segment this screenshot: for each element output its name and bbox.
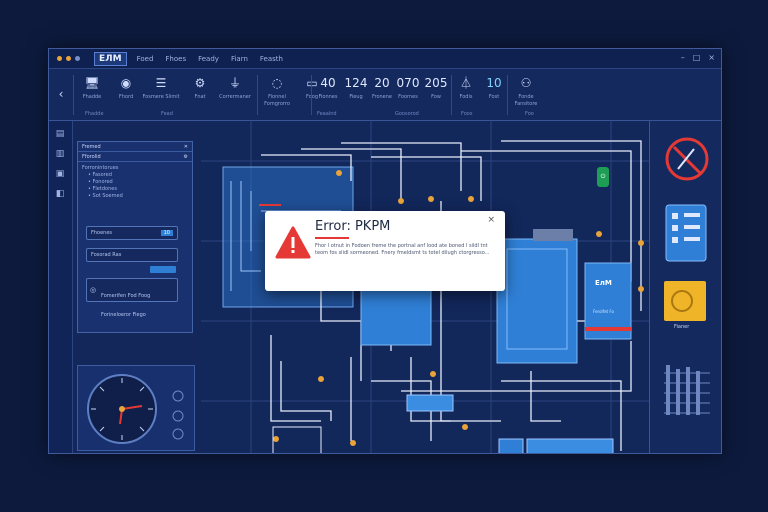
tree-item-1[interactable]: • Fasored xyxy=(82,172,188,179)
settings-icon[interactable]: ⚙ xyxy=(184,154,188,160)
gauge-panel xyxy=(77,365,195,451)
box-3-label: Fomerifen Fod Foog Forineloeror Fiego xyxy=(101,293,151,318)
box-1-value: 10 xyxy=(160,230,173,236)
bottom-left-frame xyxy=(272,426,322,453)
error-title: Error: PKPM xyxy=(315,219,391,234)
panel-box-1[interactable]: Fhoenes 10 xyxy=(86,226,178,240)
warning-icon xyxy=(275,226,311,259)
bottom-module[interactable] xyxy=(526,438,614,454)
menu-item-2[interactable]: Fhoes xyxy=(165,55,186,63)
menu-item-1[interactable]: Foed xyxy=(137,55,154,63)
app-brand: ЕЛМ xyxy=(94,51,127,66)
panel-close-icon[interactable]: ✕ xyxy=(184,144,188,150)
panel-header: Fremed ✕ xyxy=(78,142,192,152)
ribbon-btn-3[interactable]: ☰ Fosmere Slimit xyxy=(141,72,181,101)
dot-orange[interactable] xyxy=(57,56,62,61)
tree-item-2[interactable]: • Fonored xyxy=(82,179,188,186)
device-sublabel: Ferolfet Fo xyxy=(593,309,614,314)
object-icon: ◎ xyxy=(90,286,97,294)
box-2-label: Fosorad Ras xyxy=(91,252,122,258)
project-panel: Fremed ✕ Fforolid ⚙ Forronintorues • Fas… xyxy=(77,141,193,333)
panel-action-button[interactable] xyxy=(150,266,176,273)
bottom-module-left[interactable] xyxy=(498,438,524,454)
knob-1[interactable] xyxy=(172,390,184,402)
ribbon-btn-6[interactable]: ◌ Fionnel Fomgrorro xyxy=(259,72,295,108)
list-icon: ☰ xyxy=(155,76,167,90)
group-label-2: Fead xyxy=(161,111,173,117)
group-label-3: Feaalnd xyxy=(317,111,337,117)
file-icon[interactable]: ▤ xyxy=(54,129,66,141)
window-dots xyxy=(57,56,80,61)
connector-block xyxy=(533,229,573,241)
bulb-icon: ◌ xyxy=(271,76,283,90)
device-label: ЕлМ xyxy=(595,279,612,287)
project-tree: Forronintorues • Fasored • Fonored • Fle… xyxy=(78,162,192,203)
panel-title: Fremed xyxy=(82,143,101,150)
main-controller[interactable] xyxy=(496,238,578,364)
dialog-close-button[interactable]: × xyxy=(487,215,495,225)
component-icon[interactable]: ◧ xyxy=(54,189,66,201)
error-dialog: Error: PKPM × Fhor l otnut in Fodoen fre… xyxy=(265,211,505,291)
panel-search-row: Fforolid ⚙ xyxy=(78,152,192,162)
menu-item-5[interactable]: Feasth xyxy=(260,55,283,63)
chevron-left-icon: ‹ xyxy=(58,87,64,101)
minimize-button[interactable]: – xyxy=(681,53,685,62)
device-right-stripe xyxy=(585,327,631,331)
knob-2[interactable] xyxy=(172,410,184,422)
menu-item-3[interactable]: Feady xyxy=(198,55,219,63)
right-panel: Fianer xyxy=(649,121,721,453)
box-1-label: Fhoenes xyxy=(91,230,113,236)
tree-item-4[interactable]: • Sot Soemed xyxy=(82,193,188,200)
tree-item-3[interactable]: • Fletdones xyxy=(82,186,188,193)
plug-icon: ⏚ xyxy=(228,76,241,90)
status-indicator[interactable]: ⏻ xyxy=(597,167,609,187)
image-icon[interactable]: ▣ xyxy=(54,169,66,181)
ribbon-btn-4[interactable]: ⚙ Fnat xyxy=(183,72,217,101)
ribbon-btn-12[interactable]: 205 Fow xyxy=(419,72,453,101)
menu-bar: Foed Fhoes Feady Fiarn Feasth xyxy=(137,55,283,63)
app-window: ЕЛМ Foed Fhoes Feady Fiarn Feasth – □ × … xyxy=(48,48,722,454)
panel-search[interactable]: Fforolid xyxy=(82,154,101,160)
panel-box-3[interactable]: ◎ Fomerifen Fod Foog Forineloeror Fiego xyxy=(86,278,178,318)
dot-yellow[interactable] xyxy=(66,56,71,61)
window-controls: – □ × xyxy=(681,53,715,62)
terminal-block[interactable] xyxy=(406,394,454,412)
menu-item-4[interactable]: Fiarn xyxy=(231,55,248,63)
monitor-icon: 🖥 xyxy=(84,76,100,90)
ribbon-btn-1[interactable]: 🖥 Fhadde xyxy=(75,72,109,101)
right-panel-svg xyxy=(664,137,710,415)
title-underline xyxy=(315,237,349,239)
power-supply-icon[interactable] xyxy=(664,281,706,321)
title-bar: ЕЛМ Foed Fhoes Feady Fiarn Feasth – □ × xyxy=(49,49,721,69)
back-button[interactable]: ‹ xyxy=(51,83,71,105)
ribbon-btn-15[interactable]: ⚇ Fonde Fansitore xyxy=(509,72,543,108)
panel-box-2[interactable]: Fosorad Ras xyxy=(86,248,178,262)
tools-icon: ⚙ xyxy=(194,76,206,90)
knob-3[interactable] xyxy=(172,428,184,440)
gauge-icon: ◉ xyxy=(120,76,132,90)
ribbon-btn-14[interactable]: 10 Fost xyxy=(477,72,511,101)
group-label-5: Foos xyxy=(461,111,473,117)
ribbon-btn-5[interactable]: ⏚ Corrermaner xyxy=(215,72,255,101)
layers-icon[interactable]: ▥ xyxy=(54,149,66,161)
ribbon-btn-2[interactable]: ◉ Fhord xyxy=(109,72,143,101)
network-icon: ⚇ xyxy=(520,76,532,90)
group-label-6: Foo xyxy=(525,111,534,117)
error-message: Fhor l otnut in Fodoen freme the portnal… xyxy=(315,243,490,256)
power-supply-label: Fianer xyxy=(674,324,690,330)
dot-blue[interactable] xyxy=(75,56,80,61)
close-window-button[interactable]: × xyxy=(708,53,715,62)
maximize-button[interactable]: □ xyxy=(693,53,701,62)
group-label-4: Goosorod xyxy=(395,111,419,117)
gauge-svg xyxy=(87,374,184,444)
group-label-1: Fhadde xyxy=(85,111,104,117)
ribbon-toolbar: ‹ 🖥 Fhadde ◉ Fhord ☰ Fosmere Slimit ⚙ Fnat ⏚… xyxy=(49,69,721,121)
tree-root[interactable]: Forronintorues xyxy=(82,165,188,172)
left-toolbar: ▤ ▥ ▣ ◧ xyxy=(49,121,73,453)
gauge-hub xyxy=(119,406,125,412)
